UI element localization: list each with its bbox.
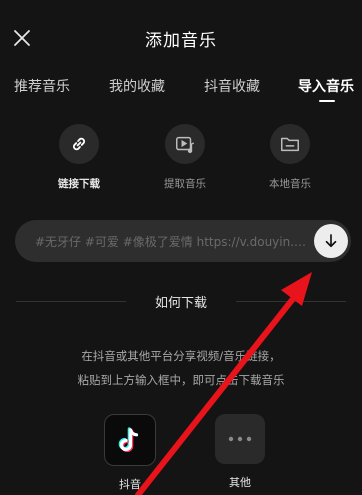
tab-bar: 推荐音乐 我的收藏 抖音收藏 导入音乐 xyxy=(0,76,362,106)
app-other[interactable]: 其他 xyxy=(210,414,270,490)
tab-my-favorites[interactable]: 我的收藏 xyxy=(109,76,165,96)
link-input-value[interactable]: #无牙仔 #可爱 #像极了爱情 https://v.douyin.c... xyxy=(35,233,310,250)
app-list: 抖音 其他 xyxy=(0,414,362,495)
how-to-instructions: 在抖音或其他平台分享视频/音乐链接， 粘贴到上方输入框中，即可点击下载音乐 xyxy=(0,344,362,392)
option-label: 提取音乐 xyxy=(164,178,206,190)
more-dots-icon xyxy=(215,414,265,464)
option-link-download[interactable]: 链接下载 xyxy=(39,124,119,191)
instruction-line: 在抖音或其他平台分享视频/音乐链接， xyxy=(81,349,281,363)
option-label: 本地音乐 xyxy=(269,178,311,190)
tab-import-music[interactable]: 导入音乐 xyxy=(298,76,354,96)
app-label: 抖音 xyxy=(119,478,141,491)
link-icon xyxy=(59,124,99,164)
instruction-line: 粘贴到上方输入框中，即可点击下载音乐 xyxy=(77,373,285,387)
header: 添加音乐 xyxy=(0,0,362,72)
how-to-header: 如何下载 xyxy=(16,292,346,312)
page-title: 添加音乐 xyxy=(145,31,217,51)
tab-recommended-music[interactable]: 推荐音乐 xyxy=(14,76,70,96)
option-label: 链接下载 xyxy=(58,178,100,190)
option-extract-music[interactable]: 提取音乐 xyxy=(145,124,225,191)
import-options: 链接下载 提取音乐 本地音乐 xyxy=(0,124,362,194)
tab-douyin-favorites[interactable]: 抖音收藏 xyxy=(204,76,260,96)
app-douyin[interactable]: 抖音 xyxy=(100,414,160,492)
link-input-field[interactable]: #无牙仔 #可爱 #像极了爱情 https://v.douyin.c... xyxy=(15,220,351,262)
download-button[interactable] xyxy=(314,224,348,258)
folder-icon xyxy=(270,124,310,164)
tiktok-icon xyxy=(104,414,156,466)
option-local-music[interactable]: 本地音乐 xyxy=(250,124,330,191)
download-arrow-icon xyxy=(325,234,337,248)
divider xyxy=(236,301,346,302)
active-tab-indicator xyxy=(319,100,335,102)
app-label: 其他 xyxy=(229,476,251,489)
video-music-icon xyxy=(165,124,205,164)
